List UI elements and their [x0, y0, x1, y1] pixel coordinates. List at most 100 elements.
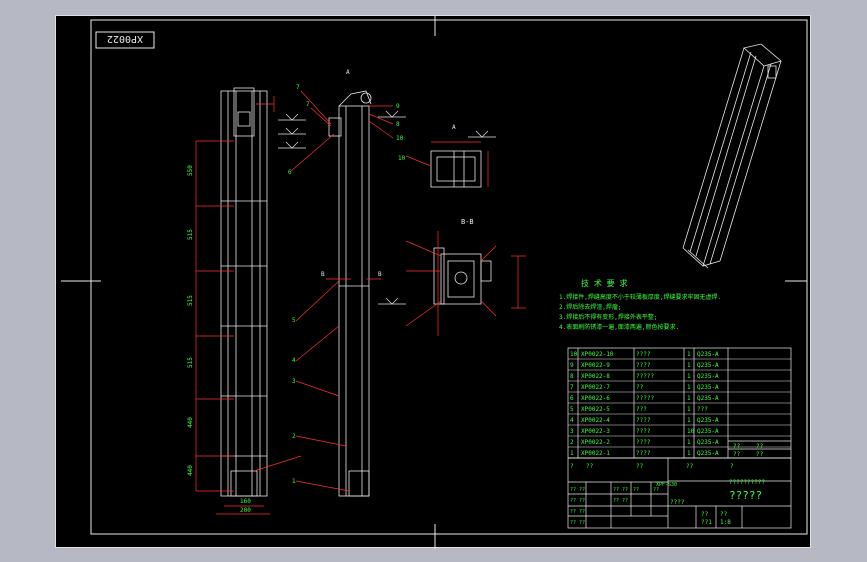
part-qty: 1 [687, 406, 691, 413]
svg-text:515: 515 [187, 229, 194, 240]
svg-text:?? ??: ?? ?? [613, 498, 628, 504]
part-material: Q235-A [697, 384, 719, 391]
part-no: 7 [570, 384, 574, 391]
svg-text:??: ?? [686, 463, 694, 470]
part-code: XP0022-4 [581, 417, 610, 424]
part-material: Q235-A [697, 351, 719, 358]
part-name: ???? [636, 450, 651, 457]
material-code: ??1 [701, 519, 712, 526]
svg-text:?? ??: ?? ?? [570, 487, 585, 493]
part-qty: 1 [687, 362, 691, 369]
tech-line-2: 2.焊后除去焊渣,焊瘤; [559, 303, 621, 311]
part-code: XP0022-7 [581, 384, 610, 391]
part-qty: 1 [687, 395, 691, 402]
part-name: ???? [636, 351, 651, 358]
part-code: XP0022-5 [581, 406, 610, 413]
part-code: XP0022-10 [581, 351, 614, 358]
svg-text:515: 515 [187, 295, 194, 306]
svg-text:?: ? [570, 463, 574, 470]
svg-text:B: B [321, 271, 325, 278]
part-no: 2 [570, 439, 574, 446]
svg-text:?? ??: ?? ?? [570, 498, 585, 504]
svg-text:??: ?? [756, 451, 764, 458]
part-material: Q235-A [697, 362, 719, 369]
part-no: 4 [570, 417, 574, 424]
front-view [220, 87, 268, 497]
main-title: ????? [729, 489, 762, 502]
part-qty: 1 [687, 384, 691, 391]
part-material: Q235-A [697, 439, 719, 446]
part-code: XP0022-3 [581, 428, 610, 435]
part-qty: 10 [687, 428, 695, 435]
svg-text:515: 515 [187, 357, 194, 368]
caption: ?????????? [729, 479, 766, 486]
part-no: 8 [570, 373, 574, 380]
part-name: ???? [636, 439, 651, 446]
part-no: 3 [570, 428, 574, 435]
part-code: XP0022-9 [581, 362, 610, 369]
svg-text:10: 10 [398, 155, 406, 162]
tech-line-1: 1.焊接件,焊缝高度不小于较薄板厚度,焊缝要求牢固无虚焊. [559, 293, 721, 301]
svg-text:4: 4 [292, 357, 296, 364]
part-name: ???? [636, 417, 651, 424]
part-material: ??? [697, 406, 708, 413]
svg-text:7: 7 [296, 84, 300, 91]
svg-text:440: 440 [187, 417, 194, 428]
svg-text:?? ??: ?? ?? [613, 487, 628, 493]
tech-line-4: 4.表面刷防锈漆一遍,面漆两遍,颜色按要求. [559, 323, 679, 331]
svg-text:5: 5 [292, 317, 296, 324]
svg-text:8: 8 [396, 121, 400, 128]
svg-text:B: B [378, 271, 382, 278]
svg-text:9: 9 [396, 103, 400, 110]
scale: 1:8 [720, 519, 731, 526]
front-view-dim-text: 550 515 515 515 440 440 160 200 [187, 165, 251, 514]
drawing-sheet: XP0022 550 515 515 515 440 440 160 200 5… [55, 15, 811, 549]
part-name: ????? [636, 395, 654, 402]
svg-text:?? ??: ?? ?? [570, 509, 585, 515]
svg-text:3: 3 [292, 378, 296, 385]
side-view-leaders [290, 90, 394, 492]
part-no: 6 [570, 395, 574, 402]
part-material: Q235-A [697, 417, 719, 424]
svg-text:440: 440 [187, 465, 194, 476]
part-no: 10 [570, 351, 578, 358]
tech-requirements: 技 术 要 求 1.焊接件,焊缝高度不小于较薄板厚度,焊缝要求牢固无虚焊. 2.… [559, 278, 721, 331]
part-qty: 1 [687, 373, 691, 380]
part-no: 5 [570, 406, 574, 413]
svg-text:??: ?? [733, 451, 741, 458]
part-material: Q235-A [697, 450, 719, 457]
svg-text:?: ? [730, 463, 734, 470]
section-label: B-B [461, 218, 474, 226]
part-qty: 1 [687, 450, 691, 457]
part-code: XP0022-6 [581, 395, 610, 402]
scale-box-2: ?? [720, 511, 728, 518]
svg-text:2: 2 [292, 433, 296, 440]
parts-list-rows: 10 XP0022-10???? 1 Q235-A9 XP0022-9???? 1 Q235… [568, 351, 791, 459]
tech-requirements-title: 技 术 要 求 [581, 278, 627, 288]
part-code: XP0022-1 [581, 450, 610, 457]
part-name: ?? [636, 384, 644, 391]
svg-text:??: ?? [636, 463, 644, 470]
section-view-bb-dims [405, 231, 526, 336]
svg-text:160: 160 [240, 498, 251, 505]
svg-text:??: ?? [653, 487, 659, 493]
sheet-no: ?? [756, 443, 764, 450]
sheet-count: ?? [733, 443, 741, 450]
isometric-view [682, 43, 782, 269]
part-code: XP0022-2 [581, 439, 610, 446]
svg-text:A: A [346, 69, 350, 76]
svg-text:1: 1 [292, 478, 296, 485]
drawing-code-stamp: XP0022 [107, 33, 143, 44]
part-no: 9 [570, 362, 574, 369]
part-material: Q235-A [697, 428, 719, 435]
detail-view-a-dims [405, 141, 489, 187]
svg-text:?? ??: ?? ?? [570, 520, 585, 526]
balloons: 5 4 3 2 1 7 7 6 9 8 10 10 A B B [288, 69, 406, 485]
side-view [328, 90, 372, 497]
section-view-bb [433, 247, 492, 305]
part-qty: 1 [687, 351, 691, 358]
part-name: ???? [636, 428, 651, 435]
svg-text:10: 10 [396, 135, 404, 142]
part-name: ???? [636, 362, 651, 369]
part-material: Q235-A [697, 373, 719, 380]
